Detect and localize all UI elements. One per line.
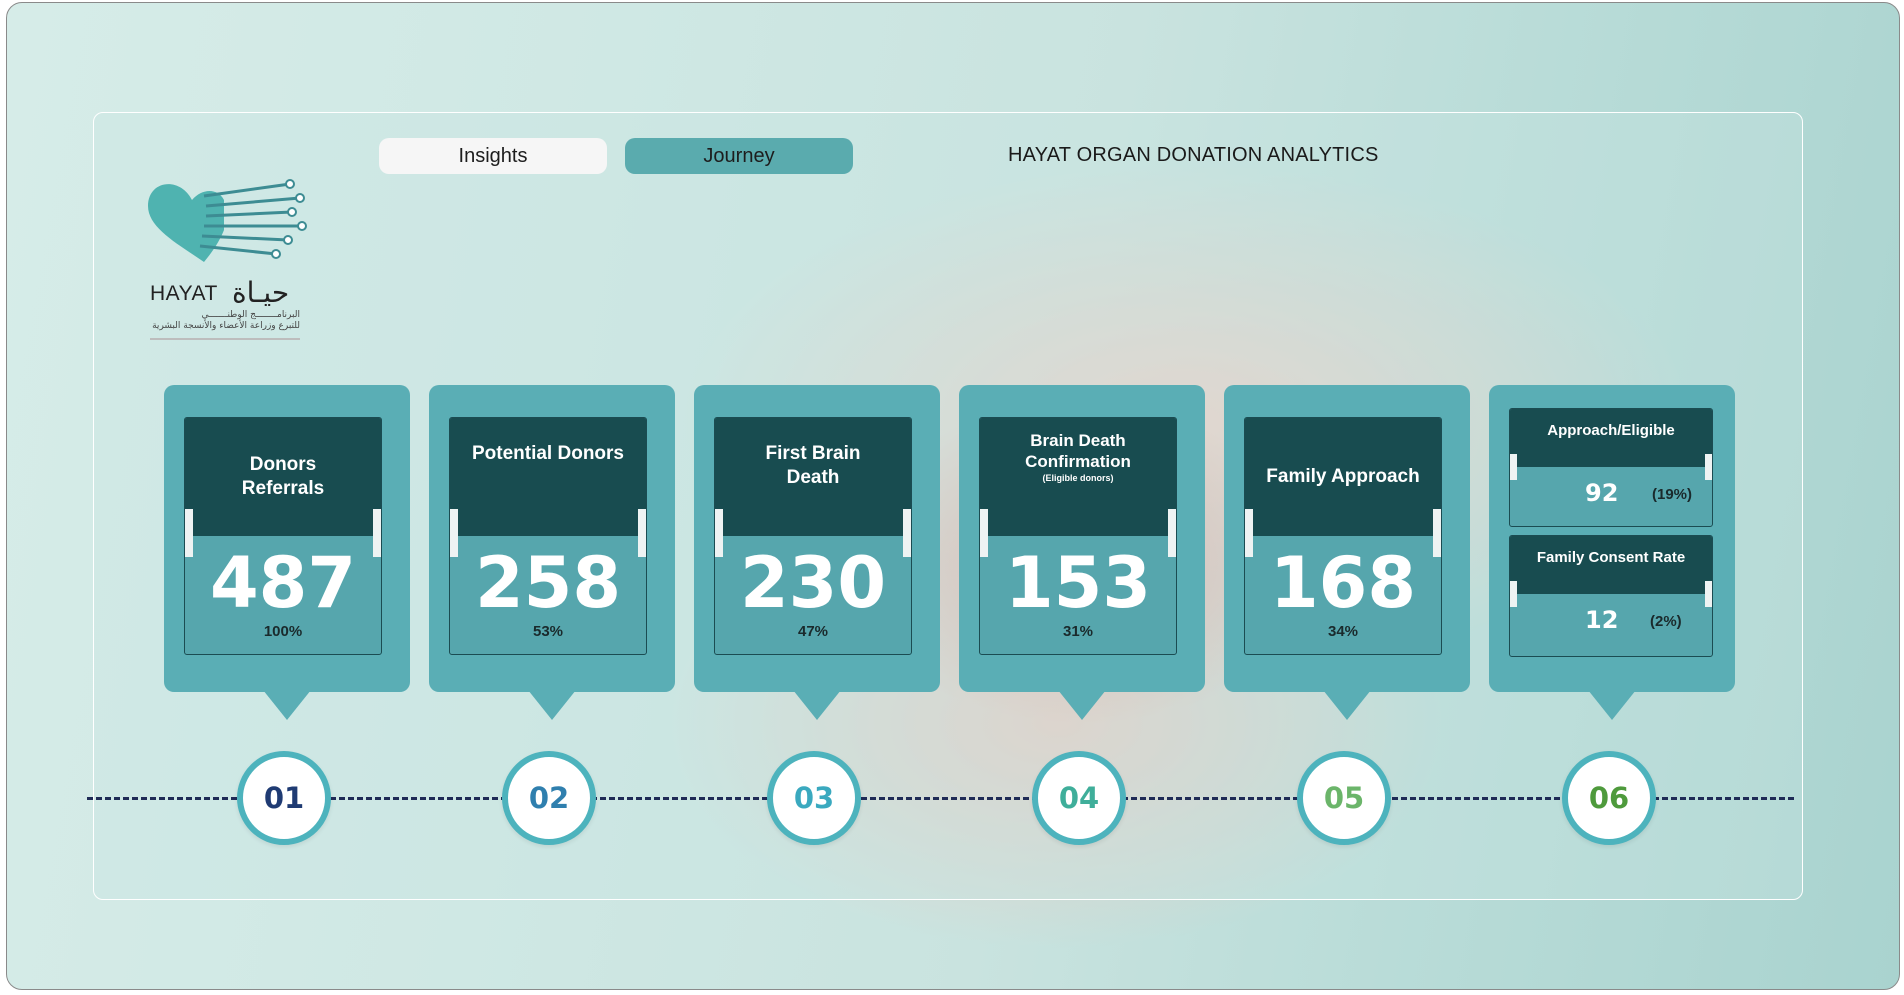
stage-note: (Eligible donors) <box>1042 473 1114 483</box>
stage-title: Donors Referrals <box>241 454 325 499</box>
hayat-logo: HAYAT حيـاة البرنامــــــــج الوطنــــــ… <box>140 170 310 350</box>
bracket-right <box>1705 454 1712 480</box>
logo-text-en: HAYAT <box>150 282 218 305</box>
logo-fine-print <box>150 338 300 340</box>
stage-card-inner: Potential Donors 258 53% <box>449 417 647 655</box>
stage-percent: 100% <box>263 623 303 640</box>
step-03[interactable]: 03 <box>767 751 861 845</box>
stage-card-first-brain-death: First Brain Death 230 47% <box>694 385 940 720</box>
stage-value: 487 <box>209 542 357 624</box>
stage-percent: 47% <box>797 623 829 640</box>
stage-card-header: Family Approach <box>1245 418 1441 536</box>
stage-card-family-approach: Family Approach 168 34% <box>1224 385 1470 720</box>
stage-card-potential-donors: Potential Donors 258 53% <box>429 385 675 720</box>
step-02[interactable]: 02 <box>502 751 596 845</box>
stage-title: Family Approach <box>1266 466 1420 487</box>
rate-value: 92 <box>1585 479 1619 507</box>
stage-card-donors-referrals: Donors Referrals 487 100% <box>164 385 410 720</box>
step-05[interactable]: 05 <box>1297 751 1391 845</box>
logo-subtitle: البرنامــــــــج الوطنـــــــي للتبرع وز… <box>150 310 300 332</box>
stage-title: First Brain Death <box>765 443 861 488</box>
journey-timeline <box>87 797 1794 800</box>
stage-card-inner: First Brain Death 230 47% <box>714 417 912 655</box>
stage-title: Brain Death Confirmation <box>1025 431 1131 471</box>
logo-subtitle-line-1: البرنامــــــــج الوطنـــــــي <box>201 310 301 320</box>
heart-circuit-icon <box>148 179 307 262</box>
stage-card-header: Potential Donors <box>450 418 646 536</box>
bracket-right <box>1705 581 1712 607</box>
step-06[interactable]: 06 <box>1562 751 1656 845</box>
bracket-left <box>1510 454 1517 480</box>
stage-percent: 31% <box>1062 623 1094 640</box>
bracket-left <box>1510 581 1517 607</box>
rate-percent: (19%) <box>1652 486 1693 503</box>
stage-value: 153 <box>1004 542 1152 624</box>
stage-card-inner: Brain Death Confirmation (Eligible donor… <box>979 417 1177 655</box>
rate-approach-eligible: Approach/Eligible 92 (19%) <box>1509 408 1713 527</box>
rate-title: Family Consent Rate <box>1510 536 1712 594</box>
step-01[interactable]: 01 <box>237 751 331 845</box>
stage-card-header: First Brain Death <box>715 418 911 536</box>
rate-percent: (2%) <box>1650 613 1682 630</box>
stage-card-header: Donors Referrals <box>185 418 381 536</box>
stage-percent: 34% <box>1327 623 1359 640</box>
logo-text-ar: حيـاة <box>232 276 290 309</box>
rate-value: 12 <box>1585 606 1619 634</box>
stage-card-rates: Approach/Eligible 92 (19%) Family Consen… <box>1489 385 1735 720</box>
stage-card-inner: Family Approach 168 34% <box>1244 417 1442 655</box>
logo-subtitle-line-2: للتبرع وزراعة الأعضاء والأنسجة البشرية <box>152 321 300 331</box>
stage-card-header: Brain Death Confirmation (Eligible donor… <box>980 418 1176 536</box>
stage-value: 258 <box>474 542 622 624</box>
stage-value: 230 <box>739 542 887 624</box>
stage-card-brain-death-confirmation: Brain Death Confirmation (Eligible donor… <box>959 385 1205 720</box>
step-04[interactable]: 04 <box>1032 751 1126 845</box>
rate-title: Approach/Eligible <box>1510 409 1712 467</box>
tab-insights[interactable]: Insights <box>379 138 607 174</box>
stage-card-inner: Donors Referrals 487 100% <box>184 417 382 655</box>
page-title: HAYAT ORGAN DONATION ANALYTICS <box>1008 144 1379 166</box>
rate-family-consent: Family Consent Rate 12 (2%) <box>1509 535 1713 657</box>
tab-journey[interactable]: Journey <box>625 138 853 174</box>
stage-value: 168 <box>1269 542 1417 624</box>
stage-title: Potential Donors <box>471 443 624 464</box>
stage-percent: 53% <box>532 623 564 640</box>
